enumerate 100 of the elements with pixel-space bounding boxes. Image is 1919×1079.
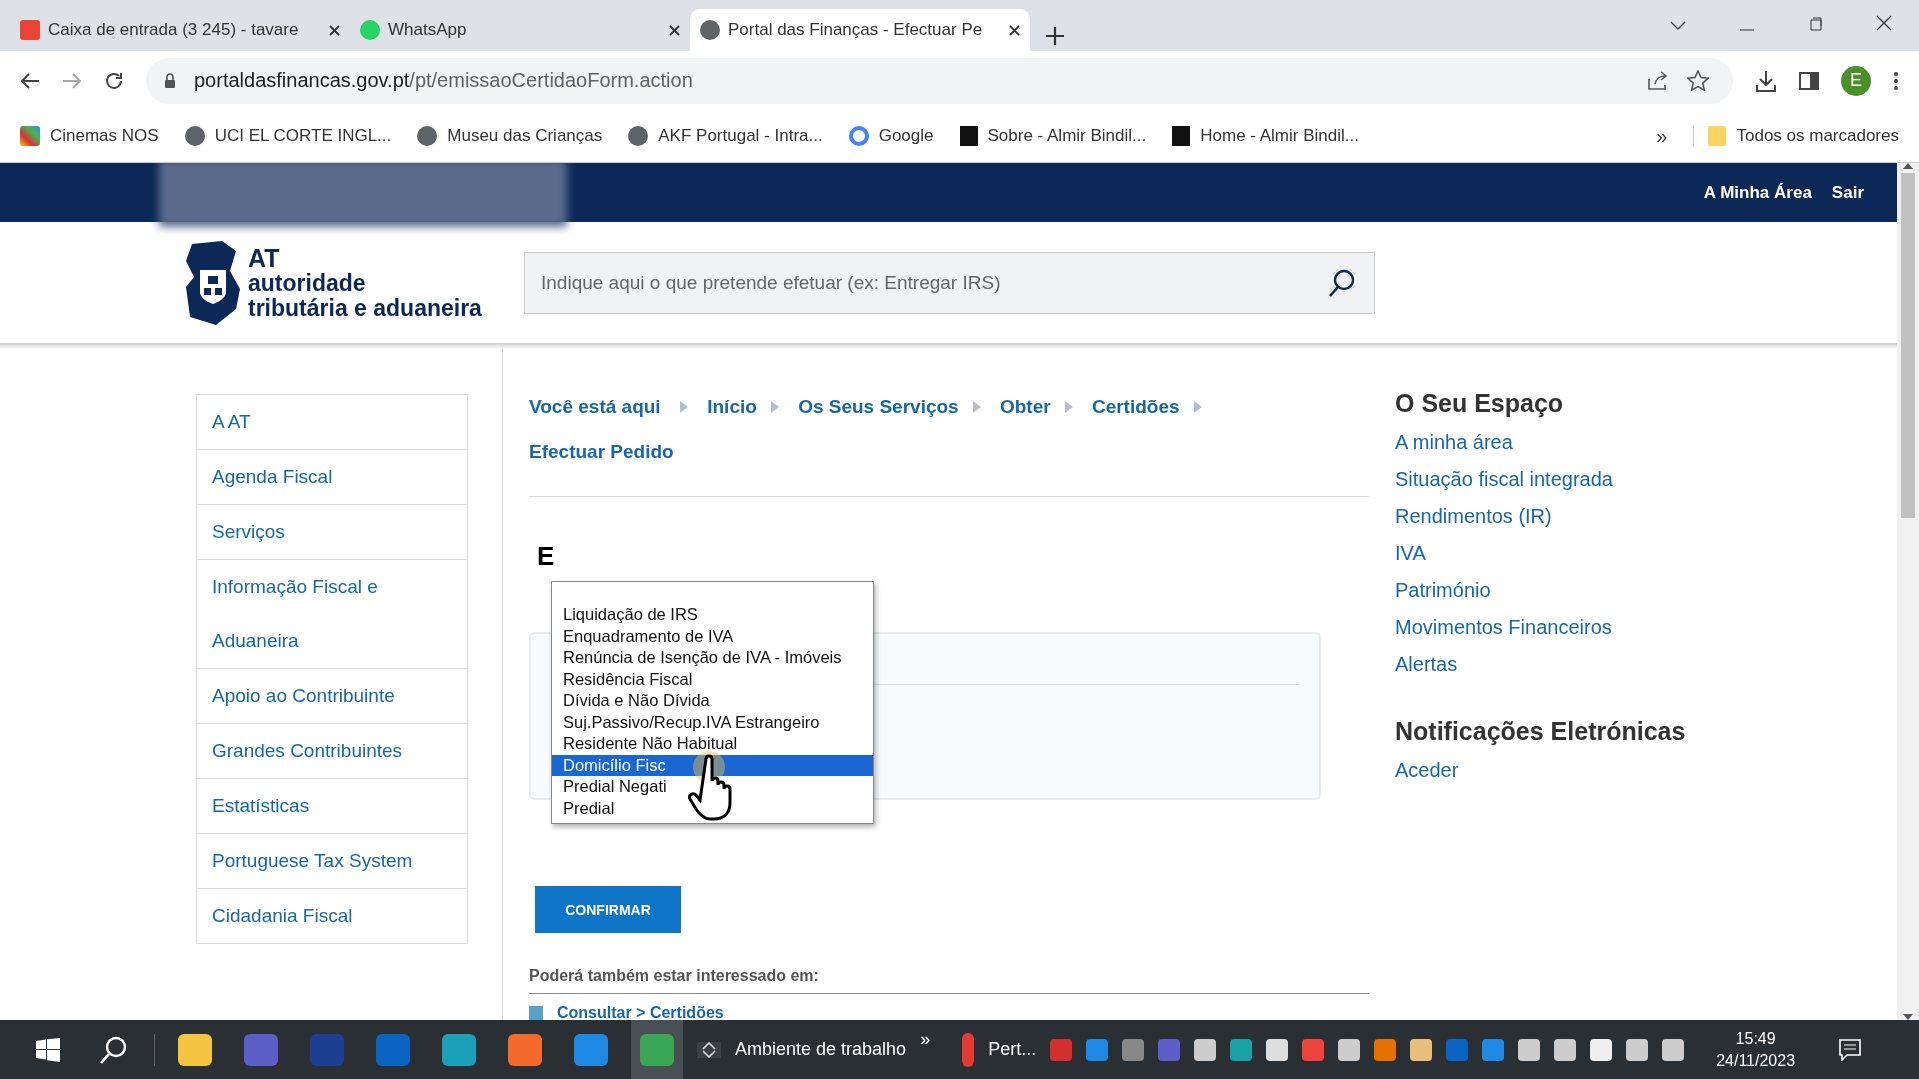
scroll-thumb[interactable] <box>1901 173 1915 518</box>
chevron-right-icon <box>1064 401 1073 413</box>
favicon-icon <box>700 20 720 40</box>
chevron-right-icon <box>679 401 688 413</box>
clock-date: 24/11/2023 <box>1716 1050 1796 1071</box>
scrollbar[interactable] <box>1897 163 1919 1020</box>
search-field[interactable]: Indique aqui o que pretende efetuar (ex: Entregar IRS) <box>524 251 1375 314</box>
close-icon[interactable] <box>1876 15 1892 31</box>
sidebar-item[interactable]: Agenda Fiscal <box>197 450 467 505</box>
dropdown-option[interactable]: Residência Fiscal <box>552 668 873 690</box>
related-link[interactable]: Consultar > Certidões <box>557 1004 724 1020</box>
confirm-button[interactable]: CONFIRMAR <box>535 886 681 933</box>
dropdown-option[interactable]: Predial Negati <box>552 776 873 798</box>
site-icon <box>959 126 978 146</box>
plus-icon[interactable] <box>1046 27 1064 45</box>
chevron-right-icon <box>972 401 981 413</box>
sidebar-item[interactable]: Portuguese Tax System <box>197 834 467 889</box>
side-panel-icon[interactable] <box>1799 71 1819 90</box>
section-title: Poderá também estar interessado em: <box>529 967 1369 994</box>
header-link[interactable]: Sair <box>1831 182 1864 203</box>
breadcrumb-label: Você está aqui <box>529 396 661 417</box>
address-bar[interactable]: portaldasfinancas.gov.pt/pt/emissaoCertidaoForm.action <box>146 57 1733 104</box>
windows-start-icon[interactable] <box>36 1037 60 1062</box>
reload-icon[interactable] <box>104 70 124 91</box>
all-bookmarks-folder[interactable]: Todos os marcadores <box>1693 126 1899 146</box>
notification-icon[interactable] <box>1839 1038 1862 1061</box>
site-icon <box>417 126 438 146</box>
side-link[interactable]: Aceder <box>1395 752 1686 789</box>
search-icon[interactable] <box>98 1034 128 1065</box>
dropdown-option[interactable]: Enquadramento de IVA <box>552 625 873 647</box>
dropdown-option[interactable]: Suj.Passivo/Recup.IVA Estrangeiro <box>552 711 873 733</box>
side-link[interactable]: A minha área <box>1395 424 1686 461</box>
dropdown-option[interactable]: Predial <box>552 797 873 819</box>
share-icon[interactable] <box>1647 70 1669 91</box>
dropdown-option[interactable]: Residente Não Habitual <box>552 733 873 755</box>
side-link[interactable]: Rendimentos (IR) <box>1395 498 1686 535</box>
side-link[interactable]: IVA <box>1395 535 1686 572</box>
download-icon[interactable] <box>1755 69 1777 92</box>
breadcrumb-link[interactable]: Início <box>707 396 757 417</box>
site-icon <box>848 126 869 146</box>
bookmark[interactable]: UCI EL CORTE INGL... <box>184 126 392 146</box>
dropdown-option[interactable]: Dívida e Não Dívida <box>552 690 873 712</box>
logo-text: autoridade <box>248 271 367 296</box>
close-icon[interactable] <box>1009 24 1020 36</box>
side-link[interactable]: Situação fiscal integrada <box>1395 461 1686 498</box>
breadcrumb-link[interactable]: Obter <box>999 396 1051 417</box>
chevron-down-icon[interactable] <box>1670 21 1686 31</box>
sidebar-item[interactable]: Grandes Contribuintes <box>197 724 467 779</box>
site-icon <box>20 126 40 146</box>
clock[interactable]: 15:49 24/11/2023 <box>1716 1027 1796 1072</box>
scroll-up-icon[interactable] <box>1903 163 1913 169</box>
chevron-up-icon[interactable] <box>702 1041 716 1050</box>
sidebar-item[interactable]: Estatísticas <box>197 779 467 834</box>
url-domain: portaldasfinancas.gov.pt <box>194 69 410 91</box>
close-icon[interactable] <box>329 24 340 36</box>
thermometer-icon <box>962 1032 975 1067</box>
sidebar-item[interactable]: A AT <box>197 395 467 450</box>
desktop-toolbar-label[interactable]: Ambiente de trabalho <box>735 1039 907 1060</box>
browser-tab[interactable]: Caixa de entrada (3 245) - tavare <box>10 9 350 51</box>
side-link[interactable]: Alertas <box>1395 646 1686 683</box>
breadcrumb-link[interactable]: Efectuar Pedido <box>529 441 674 462</box>
more-button[interactable]: » <box>920 1029 931 1050</box>
search-icon[interactable] <box>1327 267 1357 298</box>
back-arrow-icon[interactable] <box>20 71 40 90</box>
logo-text: tributária e aduaneira <box>248 295 482 320</box>
profile-avatar[interactable]: E <box>1841 65 1871 96</box>
restore-icon[interactable] <box>1808 17 1822 31</box>
bookmark[interactable]: Sobre - Almir Bindil... <box>959 126 1147 146</box>
bookmark[interactable]: Museu das Crianças <box>417 126 603 146</box>
chevron-right-icon <box>770 401 779 413</box>
tab-title: Caixa de entrada (3 245) - tavare <box>48 20 300 40</box>
sidebar-item[interactable]: Serviços <box>197 505 467 560</box>
star-icon[interactable] <box>1687 70 1709 91</box>
more-bookmarks-button[interactable]: » <box>1656 124 1668 148</box>
site-icon <box>184 126 205 146</box>
dropdown-option[interactable]: Domicílio Fisc <box>552 754 873 776</box>
bookmark[interactable]: Home - Almir Bindil... <box>1172 126 1359 146</box>
side-link[interactable]: Movimentos Financeiros <box>1395 609 1686 646</box>
section-title: Notificações Eletrónicas <box>1395 717 1686 746</box>
logo-abbreviation: AT <box>248 245 281 272</box>
breadcrumb-link[interactable]: Certidões <box>1091 396 1180 417</box>
dropdown-option[interactable]: Renúncia de Isenção de IVA - Imóveis <box>552 647 873 669</box>
browser-tab[interactable]: Portal das Finanças - Efectuar Pe <box>690 9 1030 51</box>
bookmark[interactable]: Cinemas NOS <box>20 126 159 146</box>
menu-icon[interactable] <box>1893 70 1899 91</box>
breadcrumb-link[interactable]: Os Seus Serviços <box>798 396 959 417</box>
sidebar-item[interactable]: Informação Fiscal e Aduaneira <box>197 560 467 669</box>
browser-tab[interactable]: WhatsApp <box>350 9 690 51</box>
header-link[interactable]: A Minha Área <box>1703 182 1812 203</box>
tab-title: Portal das Finanças - Efectuar Pe <box>728 20 984 40</box>
form-heading: E <box>537 541 556 572</box>
favicon-icon <box>360 20 380 40</box>
sidebar-item[interactable]: Apoio ao Contribuinte <box>197 669 467 724</box>
taskbar-app-label[interactable]: Pert... <box>988 1039 1037 1060</box>
dropdown-option[interactable]: Liquidação de IRS <box>552 604 873 626</box>
bookmark[interactable]: AKF Portugal - Intra... <box>628 126 823 146</box>
close-icon[interactable] <box>669 24 680 36</box>
sidebar-item[interactable]: Cidadania Fiscal <box>197 889 467 943</box>
bookmark[interactable]: Google <box>848 126 934 146</box>
side-link[interactable]: Património <box>1395 572 1686 609</box>
